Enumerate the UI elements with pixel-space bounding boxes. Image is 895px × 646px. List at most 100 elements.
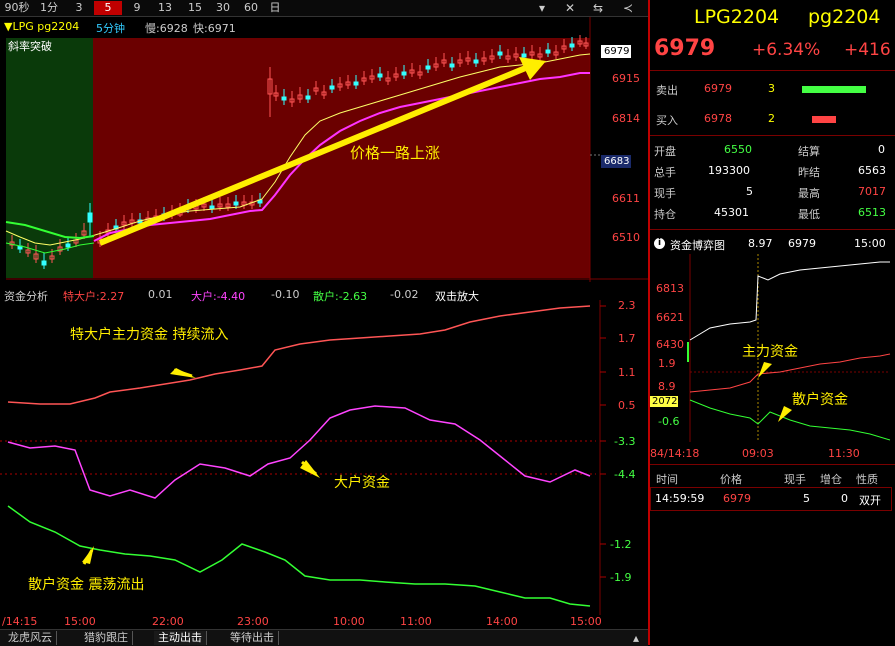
info-icon[interactable]: i xyxy=(654,238,665,249)
ask-label: 卖出 xyxy=(656,84,678,97)
game-price-tick: 6621 xyxy=(656,311,684,324)
bid-volume: 2 xyxy=(768,112,775,125)
ask-price: 6979 xyxy=(704,82,732,95)
stat-label: 结算 xyxy=(798,145,820,158)
scroll-up-icon[interactable]: ▴ xyxy=(626,630,646,646)
large-fund-line xyxy=(7,405,591,499)
game-chart-title: 资金博弈图 xyxy=(670,239,725,252)
symbol-label: ▼LPG pg2204 xyxy=(4,20,80,33)
stat-value: 6550 xyxy=(724,143,752,156)
close-icon[interactable]: ✕ xyxy=(560,0,580,16)
tab-liebao[interactable]: 猎豹跟庄 xyxy=(80,631,133,645)
candle-body xyxy=(65,243,71,248)
stat-value: 7017 xyxy=(858,185,886,198)
trade-header: 价格 xyxy=(720,473,742,486)
stat-label: 最高 xyxy=(798,187,820,200)
price-chart[interactable] xyxy=(0,17,648,282)
game-fund-tick: 1.9 xyxy=(658,357,676,370)
ask-volume: 3 xyxy=(768,82,775,95)
fast-ma-value: 快:6971 xyxy=(193,22,236,35)
period-60[interactable]: 60 xyxy=(238,1,264,15)
period-90s[interactable]: 90秒 xyxy=(2,1,32,15)
indicator-name: 斜率突破 xyxy=(8,40,52,53)
candle-body xyxy=(569,43,575,48)
period-13[interactable]: 13 xyxy=(152,1,178,15)
period-9[interactable]: 9 xyxy=(124,1,150,15)
super-fund-annotation: 特大户主力资金 持续流入 xyxy=(70,327,229,343)
candle-body xyxy=(425,65,431,70)
stat-label: 持仓 xyxy=(654,208,676,221)
stat-label: 最低 xyxy=(798,208,820,221)
trade-header: 现手 xyxy=(784,473,806,486)
fund-tick: -3.3 xyxy=(614,435,636,448)
tab-dengdai[interactable]: 等待出击 xyxy=(226,631,279,645)
large-fund-annotation: 大户资金 xyxy=(334,475,390,491)
period-5[interactable]: 5 xyxy=(94,1,122,15)
slow-ma-value: 慢:6928 xyxy=(145,22,188,35)
ask-volume-bar xyxy=(802,86,866,93)
game-box-value: 2072 xyxy=(652,396,678,407)
retail-fund-annotation: 散户资金 震荡流出 xyxy=(28,577,145,593)
price-tick: 6915 xyxy=(612,72,640,85)
period-toolbar: 90秒 1分 3 5 9 13 15 30 60 日 ▾ ✕ ⇆ ≺ xyxy=(0,0,648,17)
period-1m[interactable]: 1分 xyxy=(36,1,62,15)
fund-tick: 1.7 xyxy=(618,332,636,345)
stat-label: 现手 xyxy=(654,187,676,200)
fund-tick: -4.4 xyxy=(614,468,636,481)
period-30[interactable]: 30 xyxy=(210,1,236,15)
stat-label: 昨结 xyxy=(798,166,820,179)
bid-volume-bar xyxy=(812,116,836,123)
game-price-tick: 6430 xyxy=(656,338,684,351)
quote-panel: LPG2204 pg2204 6979 +6.34% +416 卖出 6979 … xyxy=(650,0,895,645)
super-fund-line xyxy=(7,305,591,405)
tab-zhudong[interactable]: 主动出击 xyxy=(154,631,207,645)
change-pct: +6.34% xyxy=(752,40,821,60)
x-axis-label: 10:00 xyxy=(333,615,365,628)
trade-header: 性质 xyxy=(856,473,878,486)
game-chart-time: 15:00 xyxy=(854,237,886,250)
fund-tick: -1.9 xyxy=(610,571,632,584)
transfer-icon[interactable]: ⇆ xyxy=(588,0,608,16)
stat-value: 6563 xyxy=(858,164,886,177)
fund-tick: 0.5 xyxy=(618,399,636,412)
x-axis-label: 23:00 xyxy=(237,615,269,628)
price-tick: 6611 xyxy=(612,192,640,205)
contract-code: pg2204 xyxy=(808,6,881,28)
bottom-tab-bar: 龙虎风云 猎豹跟庄 主动出击 等待出击 ▴ xyxy=(0,629,648,646)
chevron-left-double-icon[interactable]: ≺ xyxy=(618,0,638,16)
game-fund-tick: 8.9 xyxy=(658,380,676,393)
game-fund-tick: -0.6 xyxy=(658,415,680,428)
candle-body xyxy=(449,63,455,68)
trade-header: 增仓 xyxy=(820,473,842,486)
candle-body xyxy=(521,53,527,58)
annotation-arrow xyxy=(758,362,772,378)
retail-fund-line xyxy=(689,399,891,441)
candle-body xyxy=(281,96,287,101)
period-3[interactable]: 3 xyxy=(66,1,92,15)
stat-value: 5 xyxy=(746,185,753,198)
x-axis-label: 14:00 xyxy=(486,615,518,628)
table-row[interactable]: 14:59:59 6979 5 0 双开 xyxy=(650,487,892,511)
price-tick: 6814 xyxy=(612,112,640,125)
chevron-down-icon[interactable]: ▾ xyxy=(532,0,552,16)
last-price: 6979 xyxy=(654,36,716,61)
fund-tick: 1.1 xyxy=(618,366,636,379)
period-15[interactable]: 15 xyxy=(182,1,208,15)
candle-body xyxy=(377,73,383,78)
stat-label: 开盘 xyxy=(654,145,676,158)
fund-tick: -1.2 xyxy=(610,538,632,551)
price-tick: 6510 xyxy=(612,231,640,244)
candle-body xyxy=(209,205,215,210)
tab-longhu[interactable]: 龙虎风云 xyxy=(4,631,57,645)
bid-label: 买入 xyxy=(656,114,678,127)
game-x-label: 84/14:18 xyxy=(650,447,700,460)
x-axis-label: 15:00 xyxy=(570,615,602,628)
trade-oi-change: 0 xyxy=(841,492,848,505)
price-annotation: 价格一路上涨 xyxy=(350,144,441,162)
stat-value: 193300 xyxy=(708,164,750,177)
fund-chart[interactable] xyxy=(0,300,648,615)
period-day[interactable]: 日 xyxy=(264,1,286,15)
trade-type: 双开 xyxy=(859,494,881,507)
candle-body xyxy=(497,51,503,56)
trade-header: 时间 xyxy=(656,473,678,486)
